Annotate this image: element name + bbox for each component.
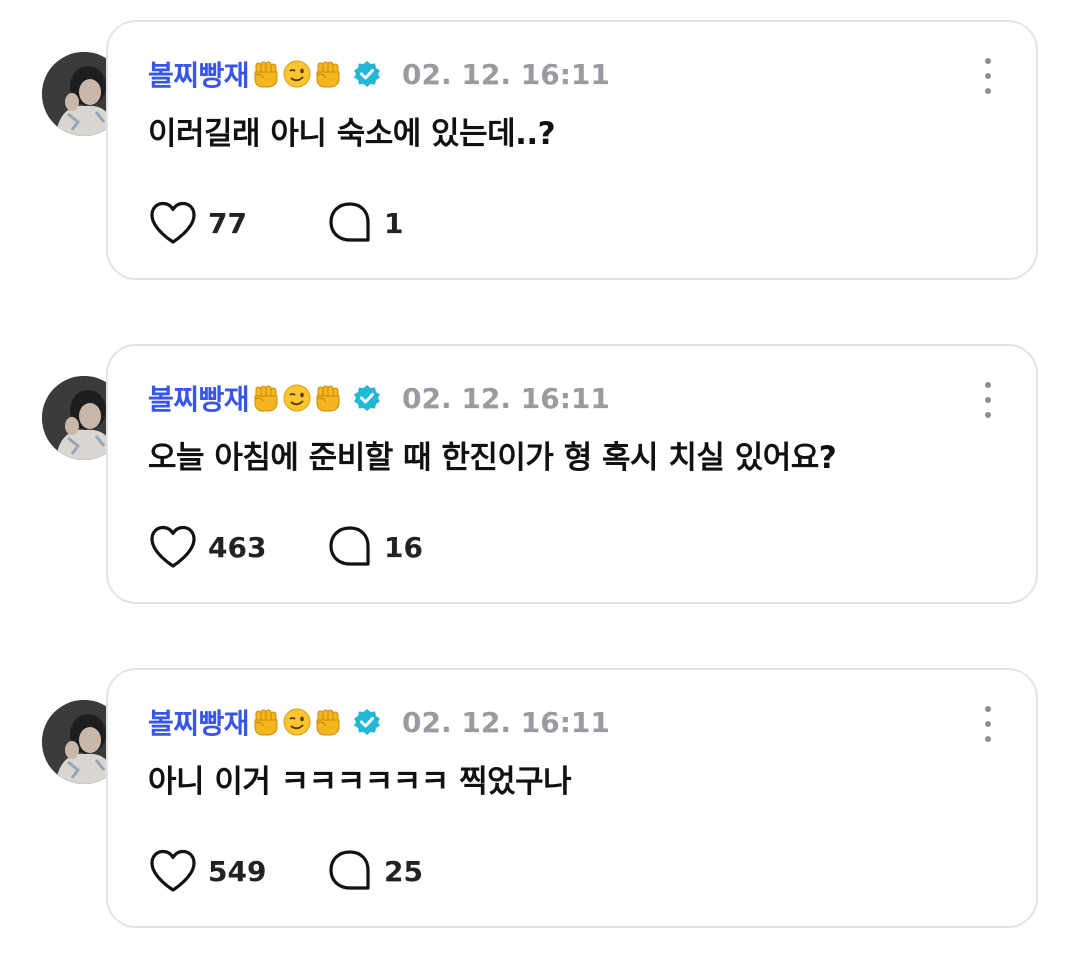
winking-face-icon bbox=[283, 708, 311, 736]
comment-count: 1 bbox=[384, 206, 404, 240]
post-card[interactable]: 볼찌빵재 bbox=[106, 20, 1038, 280]
author-name[interactable]: 볼찌빵재 bbox=[148, 702, 250, 742]
post-timestamp: 02. 12. 16:11 bbox=[402, 381, 610, 415]
verified-badge-icon bbox=[354, 385, 381, 411]
dot-icon bbox=[985, 382, 991, 388]
dot-icon bbox=[985, 736, 991, 742]
raised-fist-icon bbox=[316, 61, 340, 88]
author-emojis bbox=[251, 59, 344, 89]
post-header: 볼찌빵재 02. 12. 16:11 bbox=[148, 378, 610, 418]
like-button[interactable]: 77 bbox=[148, 200, 326, 246]
like-count: 463 bbox=[208, 530, 267, 564]
post-item: 볼찌빵재 bbox=[0, 20, 1080, 280]
verified-badge-icon bbox=[354, 61, 381, 87]
comment-button[interactable]: 16 bbox=[326, 524, 423, 570]
author-emojis bbox=[251, 707, 344, 737]
raised-fist-icon bbox=[254, 385, 278, 412]
post-header: 볼찌빵재 02. 12. 16:11 bbox=[148, 702, 610, 742]
comment-button[interactable]: 25 bbox=[326, 848, 423, 894]
like-button[interactable]: 549 bbox=[148, 848, 326, 894]
post-card[interactable]: 볼찌빵재 bbox=[106, 344, 1038, 604]
dot-icon bbox=[985, 706, 991, 712]
more-options-button[interactable] bbox=[976, 706, 1000, 742]
dot-icon bbox=[985, 721, 991, 727]
heart-outline-icon bbox=[150, 525, 196, 568]
dot-icon bbox=[985, 412, 991, 418]
winking-face-icon bbox=[283, 60, 311, 88]
post-timestamp: 02. 12. 16:11 bbox=[402, 57, 610, 91]
like-count: 549 bbox=[208, 854, 267, 888]
winking-face-icon bbox=[283, 384, 311, 412]
comment-button[interactable]: 1 bbox=[326, 200, 403, 246]
speech-bubble-icon bbox=[329, 850, 370, 890]
author-name[interactable]: 볼찌빵재 bbox=[148, 378, 250, 418]
like-button[interactable]: 463 bbox=[148, 524, 326, 570]
raised-fist-icon bbox=[316, 385, 340, 412]
raised-fist-icon bbox=[254, 61, 278, 88]
speech-bubble-icon bbox=[329, 526, 370, 566]
dot-icon bbox=[985, 58, 991, 64]
raised-fist-icon bbox=[316, 709, 340, 736]
dot-icon bbox=[985, 397, 991, 403]
author-name[interactable]: 볼찌빵재 bbox=[148, 54, 250, 94]
comment-count: 16 bbox=[384, 530, 423, 564]
dot-icon bbox=[985, 88, 991, 94]
post-text: 아니 이거 ㅋㅋㅋㅋㅋㅋ 찍었구나 bbox=[148, 764, 572, 800]
heart-outline-icon bbox=[150, 849, 196, 892]
speech-bubble-icon bbox=[329, 202, 370, 242]
post-text: 오늘 아침에 준비할 때 한진이가 형 혹시 치실 있어요? bbox=[148, 440, 837, 476]
heart-outline-icon bbox=[150, 201, 196, 244]
post-timestamp: 02. 12. 16:11 bbox=[402, 705, 610, 739]
post-actions: 77 1 bbox=[148, 200, 403, 246]
verified-badge-icon bbox=[354, 709, 381, 735]
post-item: 볼찌빵재 bbox=[0, 344, 1080, 604]
post-actions: 463 16 bbox=[148, 524, 423, 570]
author-emojis bbox=[251, 383, 344, 413]
like-count: 77 bbox=[208, 206, 247, 240]
raised-fist-icon bbox=[254, 709, 278, 736]
post-item: 볼찌빵재 bbox=[0, 668, 1080, 928]
post-card[interactable]: 볼찌빵재 bbox=[106, 668, 1038, 928]
dot-icon bbox=[985, 73, 991, 79]
comment-count: 25 bbox=[384, 854, 423, 888]
post-actions: 549 25 bbox=[148, 848, 423, 894]
more-options-button[interactable] bbox=[976, 382, 1000, 418]
post-header: 볼찌빵재 02. 12. 16:11 bbox=[148, 54, 610, 94]
post-text: 이러길래 아니 숙소에 있는데..? bbox=[148, 116, 556, 152]
more-options-button[interactable] bbox=[976, 58, 1000, 94]
